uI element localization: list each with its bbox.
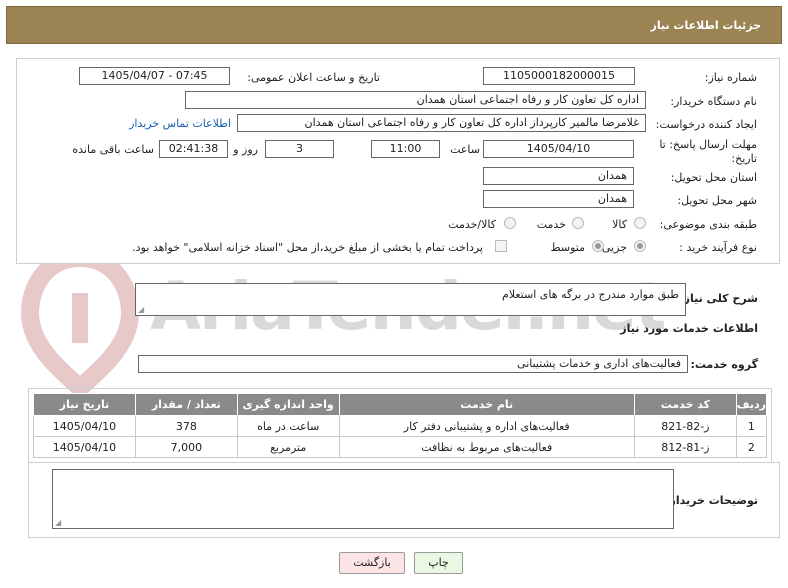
service-group-label: گروه خدمت: <box>690 358 758 371</box>
buyer-org-label: نام دستگاه خریدار: <box>670 95 757 108</box>
category-label: طبقه بندی موضوعی: <box>659 218 757 231</box>
category-service-label: خدمت <box>536 218 566 231</box>
service-group-field: فعالیت‌های اداری و خدمات پشتیبانی <box>138 355 688 373</box>
resize-grip-icon: ◢ <box>138 305 145 314</box>
purchase-type-medium-radio[interactable] <box>592 240 604 252</box>
category-goods-label: کالا <box>612 218 627 231</box>
watermark-logo-icon <box>20 248 140 398</box>
purchase-type-medium-label: متوسط <box>550 241 585 254</box>
city-label: شهر محل تحویل: <box>677 194 757 207</box>
purchase-type-label: نوع فرآیند خرید : <box>679 241 757 254</box>
buyer-contact-link[interactable]: اطلاعات تماس خریدار <box>129 117 231 130</box>
province-label: استان محل تحویل: <box>670 171 757 184</box>
announce-datetime-field: 1405/04/07 - 07:45 <box>79 67 230 85</box>
deadline-remaining-field: 02:41:38 <box>159 140 228 158</box>
service-name: فعالیت‌های اداره و پشتیبانی دفتر کار <box>338 415 635 437</box>
service-qty: 7,000 <box>134 436 238 458</box>
category-goods-radio[interactable] <box>634 217 646 229</box>
need-number-label: شماره نیاز: <box>704 71 757 84</box>
services-table-wrap: ردیف کد خدمت نام خدمت واحد اندازه گیری ت… <box>28 388 772 466</box>
print-button[interactable]: چاپ <box>414 552 463 574</box>
col-name-header: نام خدمت <box>338 393 635 416</box>
deadline-remaining-label: ساعت باقی مانده <box>72 143 154 156</box>
purchase-type-minor-label: جزیی <box>601 241 627 254</box>
service-code: ز-81-812 <box>633 436 737 458</box>
service-name: فعالیت‌های مربوط به نظافت <box>338 436 635 458</box>
resize-grip-icon: ◢ <box>55 518 62 527</box>
service-unit: مترمربع <box>236 436 340 458</box>
deadline-time-field: 11:00 <box>371 140 440 158</box>
province-field: همدان <box>483 167 634 185</box>
summary-field: طبق موارد مندرج در برگه های استعلام ◢ <box>135 283 686 316</box>
service-qty: 378 <box>134 415 238 437</box>
requester-field: غلامرضا مالمیر کارپرداز اداره کل تعاون ک… <box>237 114 646 132</box>
services-table: ردیف کد خدمت نام خدمت واحد اندازه گیری ت… <box>33 393 768 458</box>
page-header: جزئیات اطلاعات نیاز <box>6 6 782 44</box>
row-number: 1 <box>735 415 768 437</box>
summary-text: طبق موارد مندرج در برگه های استعلام <box>502 288 679 301</box>
treasury-payment-note: پرداخت تمام یا بخشی از مبلغ خرید،از محل … <box>132 241 483 254</box>
deadline-days-field: 3 <box>265 140 334 158</box>
category-service-radio[interactable] <box>572 217 584 229</box>
summary-label: شرح کلی نیاز: <box>679 292 758 305</box>
service-date: 1405/04/10 <box>33 436 136 458</box>
services-table-header: ردیف کد خدمت نام خدمت واحد اندازه گیری ت… <box>33 393 768 416</box>
category-goods-service-radio[interactable] <box>504 217 516 229</box>
announce-datetime-label: تاریخ و ساعت اعلان عمومی: <box>247 71 380 84</box>
col-qty-header: تعداد / مقدار <box>134 393 238 416</box>
deadline-label-line1: مهلت ارسال پاسخ: تا <box>659 138 757 151</box>
service-unit: ساعت در ماه <box>236 415 340 437</box>
table-row: 2 ز-81-812 فعالیت‌های مربوط به نظافت متر… <box>33 436 768 458</box>
city-field: همدان <box>483 190 634 208</box>
col-code-header: کد خدمت <box>633 393 737 416</box>
buyer-notes-field: ◢ <box>52 469 674 529</box>
purchase-type-minor-radio[interactable] <box>634 240 646 252</box>
col-date-header: تاریخ نیاز <box>33 393 136 416</box>
treasury-payment-checkbox[interactable] <box>495 240 507 252</box>
service-date: 1405/04/10 <box>33 415 136 437</box>
deadline-date-field: 1405/04/10 <box>483 140 634 158</box>
need-number-field: 1105000182000015 <box>483 67 635 85</box>
back-button[interactable]: بازگشت <box>339 552 405 574</box>
need-info-panel <box>16 58 780 264</box>
deadline-days-label: روز و <box>233 143 258 156</box>
page-title: جزئیات اطلاعات نیاز <box>650 19 762 32</box>
deadline-label-line2: تاریخ: <box>731 152 757 165</box>
row-number: 2 <box>735 436 768 458</box>
buyer-org-field: اداره کل تعاون کار و رفاه اجتماعی استان … <box>185 91 646 109</box>
table-row: 1 ز-82-821 فعالیت‌های اداره و پشتیبانی د… <box>33 415 768 437</box>
buyer-notes-label: توضیحات خریدار: <box>665 494 758 507</box>
deadline-time-label: ساعت <box>450 143 480 156</box>
col-unit-header: واحد اندازه گیری <box>236 393 340 416</box>
services-section-title: اطلاعات خدمات مورد نیاز <box>620 322 758 335</box>
requester-label: ایجاد کننده درخواست: <box>655 118 757 131</box>
watermark: AriaTender.net <box>20 248 666 398</box>
category-goods-service-label: کالا/خدمت <box>448 218 496 231</box>
service-code: ز-82-821 <box>633 415 737 437</box>
col-row-header: ردیف <box>735 393 768 416</box>
